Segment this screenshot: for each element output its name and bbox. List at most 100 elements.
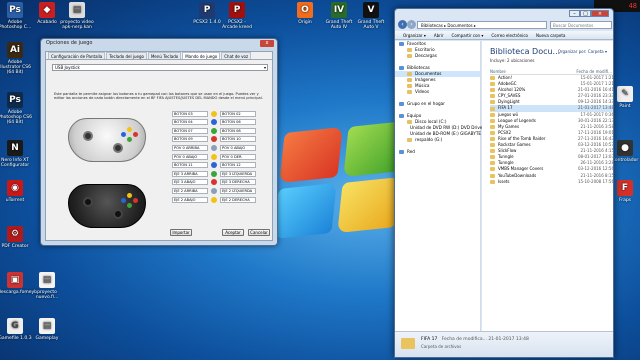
- mapping-primary-field[interactable]: BOTÓN 04: [172, 119, 208, 126]
- close-button[interactable]: ×: [591, 10, 609, 17]
- desktop-icon[interactable]: O Origin: [288, 2, 322, 25]
- folder-icon: [490, 118, 495, 123]
- arrange-by[interactable]: Organizar por: Carpeta ▾: [558, 49, 607, 54]
- desktop-icon-label: Origin: [298, 20, 312, 25]
- file-row[interactable]: Issets 15-10-2008 17:56: [490, 178, 613, 185]
- nav-item-label: respaldo (G:): [415, 137, 443, 142]
- mapping-secondary-field[interactable]: POV 0 ABAJO: [220, 144, 256, 151]
- cancel-button[interactable]: Cancelar: [248, 229, 270, 236]
- desktop-icon[interactable]: ▤ proyecto nuevo.fl...: [30, 272, 64, 300]
- desktop-icon[interactable]: ◉ uTorrent: [0, 180, 32, 203]
- mapping-primary-field[interactable]: BOTÓN 07: [172, 127, 208, 134]
- search-input[interactable]: Buscar Documentos: [550, 21, 612, 29]
- folder-icon: [490, 136, 495, 141]
- mapping-secondary-field[interactable]: EJE 2 DERECHA: [220, 196, 256, 203]
- mapping-secondary-field[interactable]: EJE 2 IZQUIERDA: [220, 187, 256, 194]
- game-icon: V: [363, 2, 379, 18]
- forward-arrow-icon[interactable]: ›: [407, 20, 416, 29]
- folder-icon: [399, 42, 404, 46]
- dialog-tab[interactable]: Menú Teclado: [147, 52, 182, 59]
- gamepad-button-icon: [211, 179, 217, 186]
- b-button-icon: [133, 198, 138, 203]
- gamepad-button-icon: [211, 162, 217, 169]
- desktop-icon[interactable]: Ps Adobe Photoshop C...: [0, 2, 32, 30]
- folder-icon: [399, 114, 404, 118]
- dialog-tab[interactable]: Configuración de Pantalla: [48, 52, 106, 59]
- import-button[interactable]: Importar: [170, 229, 192, 236]
- dialog-tab[interactable]: Teclado del juego: [106, 52, 147, 59]
- desktop-icon-label: descarga.fomeyb...: [0, 290, 42, 295]
- folder-icon: [490, 143, 495, 148]
- app-icon: F: [617, 180, 633, 196]
- dialog-title: Opciones de juego: [46, 40, 93, 46]
- b-button-icon: [133, 132, 138, 137]
- desktop-icon[interactable]: N Nero Info XT Configurator: [0, 140, 32, 168]
- mapping-secondary-field[interactable]: EJE 3 IZQUIERDA: [220, 170, 256, 177]
- file-name-text: Issets: [498, 178, 510, 184]
- mapping-row: POV 0 ABAJO POV 0 DER.: [172, 153, 262, 160]
- gamepad-button-icon: [211, 119, 217, 126]
- gamepad-button-icon: [211, 136, 217, 143]
- desktop-icon[interactable]: ▣ descarga.fomeyb...: [0, 272, 42, 295]
- mapping-primary-field[interactable]: POV 0 ABAJO: [172, 153, 208, 160]
- y-button-icon: [127, 193, 132, 198]
- desktop-icon[interactable]: P PCSX2 1.4.0: [190, 2, 224, 25]
- toolbar-item[interactable]: Compartir con ▾: [452, 31, 484, 39]
- toolbar-item[interactable]: Abrir: [434, 31, 444, 39]
- desktop-icon[interactable]: V Grand Theft Auto V: [354, 2, 388, 30]
- desktop-icon[interactable]: ▤ proyecto video apk-nerp.kan: [60, 2, 94, 30]
- desktop-icon[interactable]: Ps Adobe Photoshop CS6 (64 Bit): [0, 92, 32, 125]
- folder-icon: [407, 78, 412, 82]
- mapping-primary-field[interactable]: EJE 2 ABAJO: [172, 196, 208, 203]
- dialog-tab[interactable]: Mando de juego: [182, 52, 221, 59]
- mapping-secondary-field[interactable]: EJE 3 DERECHA: [220, 179, 256, 186]
- x-button-icon: [121, 132, 126, 137]
- mapping-primary-field[interactable]: EJE 3 ABAJO: [172, 179, 208, 186]
- mapping-row: EJE 3 ARRIBA EJE 3 IZQUIERDA: [172, 170, 262, 177]
- address-bar[interactable]: Bibliotecas ▸ Documentos ▸: [417, 21, 547, 29]
- dialog-close-button[interactable]: x: [260, 40, 274, 47]
- minimize-button[interactable]: –: [569, 10, 580, 17]
- mapping-primary-field[interactable]: BOTÓN 03: [172, 110, 208, 117]
- mapping-primary-field[interactable]: POV 0 ARRIBA: [172, 144, 208, 151]
- toolbar-item[interactable]: Nueva carpeta: [536, 31, 565, 39]
- folder-icon: [399, 66, 404, 70]
- mapping-secondary-field[interactable]: BOTÓN 08: [220, 127, 256, 134]
- folder-icon: [490, 155, 495, 160]
- desktop-icon-label: PDF Creator: [1, 244, 29, 249]
- desktop-icon-label: Nero Info XT Configurator: [0, 158, 30, 168]
- dialog-tabs: Configuración de Pantalla Teclado del jue…: [46, 52, 272, 60]
- maximize-button[interactable]: □: [580, 10, 591, 17]
- accept-button[interactable]: Aceptar: [222, 229, 244, 236]
- mapping-row: POV 0 ARRIBA POV 0 ABAJO: [172, 144, 262, 151]
- mapping-primary-field[interactable]: EJE 2 ARRIBA: [172, 187, 208, 194]
- desktop-icon[interactable]: P PCSX2 - Arcade kreed: [220, 2, 254, 30]
- desktop-icon[interactable]: Ai Adobe Illustrator CS6 (64 Bit): [0, 42, 32, 75]
- toolbar-item[interactable]: Organizar ▾: [403, 31, 426, 39]
- desktop-icon[interactable]: G Gamefile 1.0.3: [0, 318, 32, 341]
- file-list: Action! 15-01-2017 1:21 AdobeGC 15-01-2017 …: [490, 75, 613, 185]
- nav-item[interactable]: Red: [395, 149, 480, 155]
- desktop-icon[interactable]: ◆ Acabado: [30, 2, 64, 25]
- mapping-secondary-field[interactable]: BOTÓN 10: [220, 136, 256, 143]
- mapping-secondary-field[interactable]: BOTÓN 06: [220, 119, 256, 126]
- mapping-secondary-field[interactable]: POV 0 DER.: [220, 153, 256, 160]
- mapping-primary-field[interactable]: BOTÓN 09: [172, 136, 208, 143]
- library-subtitle: Incluye: 2 ubicaciones: [490, 58, 535, 63]
- app-icon: ◉: [7, 180, 23, 196]
- file-icon: ▤: [39, 272, 55, 288]
- mapping-row: EJE 2 ABAJO EJE 2 DERECHA: [172, 196, 262, 203]
- desktop-icon[interactable]: IV Grand Theft Auto IV: [322, 2, 356, 30]
- mapping-secondary-field[interactable]: BOTÓN 02: [220, 110, 256, 117]
- desktop-icon[interactable]: ▤ Gameplay: [30, 318, 64, 341]
- back-arrow-icon[interactable]: ‹: [398, 20, 407, 29]
- desktop-icon[interactable]: ⚙ PDF Creator: [0, 226, 32, 249]
- column-name[interactable]: Nombre: [490, 69, 506, 74]
- mapping-primary-field[interactable]: BOTÓN 11: [172, 162, 208, 169]
- mapping-secondary-field[interactable]: BOTÓN 12: [220, 162, 256, 169]
- column-date[interactable]: Fecha de modifi...: [576, 69, 612, 74]
- dialog-tab[interactable]: Chat de voz: [221, 52, 252, 59]
- mapping-primary-field[interactable]: EJE 3 ARRIBA: [172, 170, 208, 177]
- toolbar-item[interactable]: Correo electrónico: [491, 31, 528, 39]
- device-select[interactable]: USB Joystick ▾: [52, 64, 268, 71]
